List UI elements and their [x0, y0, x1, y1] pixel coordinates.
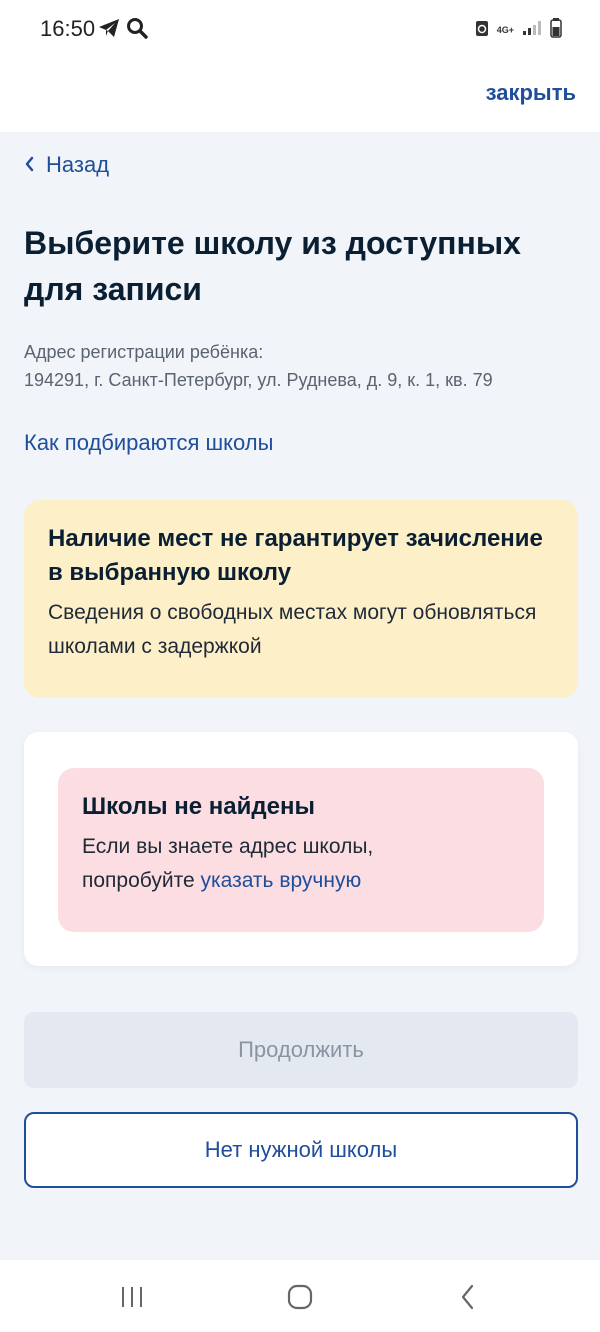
- close-link[interactable]: закрыть: [486, 80, 576, 106]
- warning-text: Сведения о свободных местах могут обновл…: [48, 601, 537, 658]
- schools-not-found-alert: Школы не найдены Если вы знаете адрес шк…: [58, 768, 544, 932]
- page-title: Выберите школу из доступных для записи: [24, 225, 521, 307]
- not-found-title: Школы не найдены: [82, 793, 315, 820]
- signal-icon: [522, 20, 542, 41]
- address-label: Адрес регистрации ребёнка:: [24, 342, 264, 362]
- not-found-text: Если вы знаете адрес школы, попробуйте у…: [82, 830, 520, 898]
- how-schools-selected-link[interactable]: Как подбираются школы: [24, 430, 273, 456]
- enter-manually-link[interactable]: указать вручную: [200, 869, 361, 892]
- status-bar: 16:50 4G+: [0, 0, 600, 60]
- main-content: Назад Выберите школу из доступных для за…: [0, 132, 600, 1260]
- back-label: Назад: [46, 152, 110, 177]
- system-nav-bar: [0, 1260, 600, 1332]
- schools-card: Школы не найдены Если вы знаете адрес шк…: [24, 732, 578, 966]
- status-left-icons: [98, 17, 148, 44]
- chevron-left-icon: [24, 152, 34, 178]
- continue-button[interactable]: Продолжить: [24, 1012, 578, 1088]
- back-icon[interactable]: [448, 1282, 488, 1312]
- status-right-icons: 4G+: [475, 18, 562, 43]
- not-found-text-prefix: попробуйте: [82, 869, 201, 892]
- telegram-icon: [98, 18, 120, 43]
- search-icon: [126, 17, 148, 44]
- address-value: 194291, г. Санкт-Петербург, ул. Руднева,…: [24, 370, 493, 390]
- battery-icon: [550, 18, 562, 43]
- back-link[interactable]: Назад: [24, 152, 109, 178]
- recent-apps-icon[interactable]: [112, 1282, 152, 1312]
- recycle-icon: [475, 19, 489, 42]
- not-found-text-line1: Если вы знаете адрес школы,: [82, 835, 374, 858]
- no-school-button[interactable]: Нет нужной школы: [24, 1112, 578, 1188]
- status-time: 16:50: [40, 16, 96, 41]
- warning-title: Наличие мест не гарантирует зачисление в…: [48, 525, 543, 586]
- home-icon[interactable]: [280, 1282, 320, 1312]
- top-bar: закрыть: [0, 60, 600, 132]
- network-type: 4G+: [496, 25, 514, 35]
- availability-warning: Наличие мест не гарантирует зачисление в…: [24, 500, 578, 698]
